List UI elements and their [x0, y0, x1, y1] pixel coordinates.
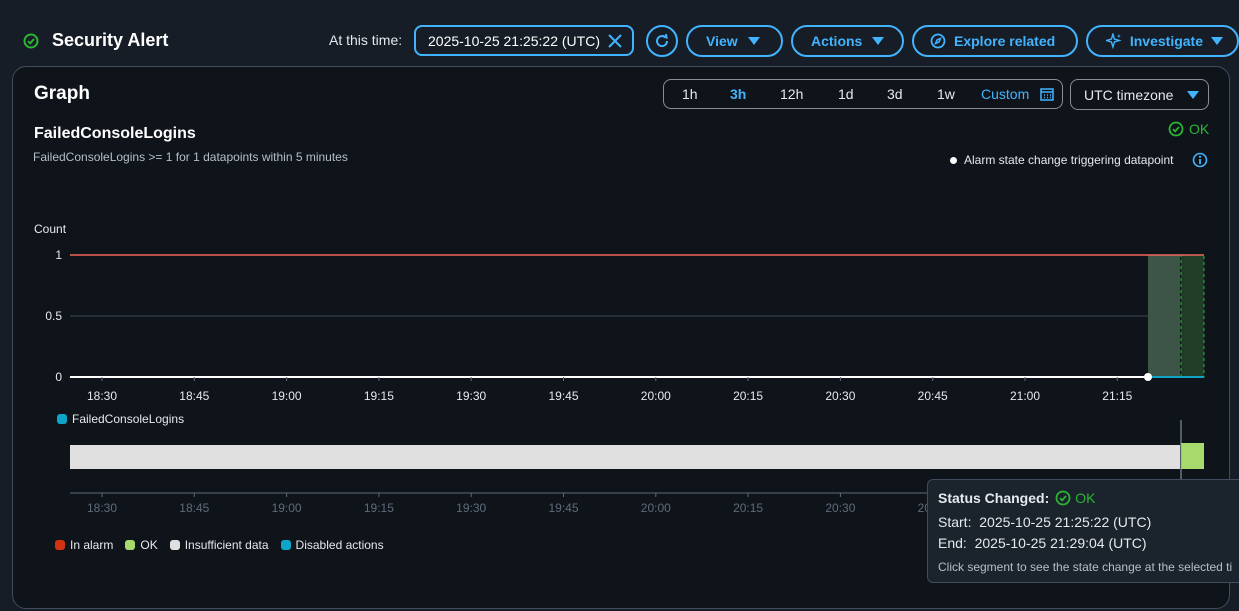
y-tick-label: 0.5 [45, 309, 62, 323]
timeline-tick-label: 19:45 [548, 501, 578, 515]
tooltip-title: Status Changed: OK [938, 490, 1095, 506]
tooltip-end-value: 2025-10-25 21:29:04 (UTC) [974, 535, 1147, 551]
selected-ok-band [1180, 254, 1205, 378]
y-tick-label: 0 [55, 370, 62, 384]
y-tick-label: 1 [55, 248, 62, 262]
tooltip-start-label: Start: [938, 514, 972, 530]
x-tick-label: 21:15 [1102, 389, 1132, 403]
insufficient-data-band [70, 445, 1180, 469]
state-legend: In alarm OK Insufficient data Disabled a… [55, 538, 384, 552]
legend-in-alarm: In alarm [55, 538, 113, 552]
ok-state-band [1148, 255, 1180, 377]
series-legend[interactable]: FailedConsoleLogins [57, 412, 184, 426]
legend-disabled: Disabled actions [280, 538, 384, 552]
tooltip-start: Start: 2025-10-25 21:25:22 (UTC) [938, 514, 1151, 530]
insufficient-swatch [169, 540, 180, 550]
timeline-tick-label: 20:00 [641, 501, 671, 515]
timeline-tick-label: 19:15 [364, 501, 394, 515]
tooltip-state: OK [1055, 490, 1095, 506]
tooltip-start-value: 2025-10-25 21:25:22 (UTC) [979, 514, 1152, 530]
timeline-tick-label: 19:30 [456, 501, 486, 515]
timeline-tick-label: 19:00 [272, 501, 302, 515]
legend-in-alarm-label: In alarm [70, 538, 114, 552]
legend-insufficient: Insufficient data [169, 538, 269, 552]
x-tick-label: 19:45 [548, 389, 578, 403]
timeline-tick-label: 18:30 [87, 501, 117, 515]
tooltip-end-label: End: [938, 535, 967, 551]
ok-state-segment [1181, 443, 1204, 469]
x-tick-label: 20:30 [825, 389, 855, 403]
timeline-tick-label: 20:15 [733, 501, 763, 515]
legend-insufficient-label: Insufficient data [184, 538, 269, 552]
tooltip-title-label: Status Changed: [938, 490, 1050, 506]
in-alarm-swatch [55, 540, 65, 550]
x-tick-label: 19:30 [456, 389, 486, 403]
timeline-tick-label: 18:45 [179, 501, 209, 515]
triggering-datapoint [1144, 373, 1152, 381]
x-tick-label: 21:00 [1010, 389, 1040, 403]
x-tick-label: 18:45 [179, 389, 209, 403]
legend-disabled-label: Disabled actions [295, 538, 384, 552]
series-swatch [57, 414, 67, 424]
timeline-tick-label: 20:30 [825, 501, 855, 515]
x-tick-label: 20:15 [733, 389, 763, 403]
series-legend-label: FailedConsoleLogins [72, 412, 185, 426]
legend-ok: OK [125, 538, 158, 552]
tooltip-end: End: 2025-10-25 21:29:04 (UTC) [938, 535, 1147, 551]
x-tick-label: 20:45 [918, 389, 948, 403]
disabled-swatch [280, 540, 291, 550]
x-tick-label: 19:15 [364, 389, 394, 403]
tooltip-state-text: OK [1075, 490, 1096, 506]
ok-icon [1055, 490, 1071, 506]
state-change-tooltip: Status Changed: OK Start: 2025-10-25 21:… [927, 479, 1239, 583]
x-tick-label: 18:30 [87, 389, 117, 403]
x-tick-label: 20:00 [641, 389, 671, 403]
x-tick-label: 19:00 [272, 389, 302, 403]
ok-swatch [125, 540, 136, 550]
legend-ok-label: OK [140, 538, 158, 552]
tooltip-hint: Click segment to see the state change at… [938, 560, 1233, 574]
